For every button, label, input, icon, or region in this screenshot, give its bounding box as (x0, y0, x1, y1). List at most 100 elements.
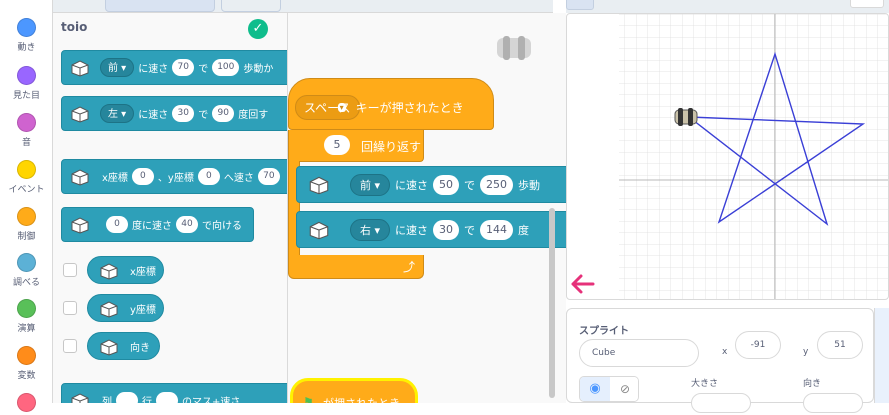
toio-cube-icon (71, 393, 89, 403)
block-text: 、y座標 (157, 173, 194, 184)
block-move-steps[interactable]: 前 ▾ に速さ 70 で 100 歩動か (61, 50, 287, 85)
category-motion[interactable]: 動き (0, 18, 53, 53)
script-scrollbar[interactable] (549, 208, 555, 398)
reporter-x-position[interactable]: x座標 (87, 256, 164, 284)
toio-cube-icon (309, 176, 329, 195)
events-dot-icon (17, 160, 36, 179)
speed-input[interactable]: 30 (433, 219, 460, 240)
category-events[interactable]: イベント (0, 160, 53, 195)
x-input[interactable]: 0 (131, 168, 154, 185)
tab-sounds[interactable] (221, 0, 281, 12)
direction-dropdown[interactable]: 左 ▾ (100, 104, 135, 123)
fullscreen-button[interactable] (850, 0, 884, 8)
category-label: 動き (17, 43, 36, 53)
degrees-input[interactable]: 90 (212, 105, 235, 122)
block-text: で (198, 110, 209, 121)
reporter-direction[interactable]: 向き (87, 332, 160, 360)
category-operators[interactable]: 演算 (0, 299, 53, 334)
connected-check-icon[interactable]: ✓ (248, 19, 268, 39)
category-label: イベント (8, 185, 45, 195)
y-input[interactable]: 0 (197, 168, 220, 185)
category-label: 演算 (17, 324, 36, 334)
direction-input[interactable] (803, 393, 863, 413)
direction-label: 向き (803, 379, 822, 389)
size-input[interactable] (691, 393, 751, 413)
category-control[interactable]: 制御 (0, 207, 53, 242)
category-label: 音 (21, 138, 31, 148)
y-position-checkbox[interactable] (63, 301, 77, 315)
toio-cube-icon (71, 217, 89, 234)
block-text: に速さ (395, 178, 429, 192)
small-stage-button[interactable] (566, 0, 594, 10)
sprite-name-input[interactable]: Cube (579, 339, 699, 367)
block-text: x座標 (102, 173, 128, 184)
script-area[interactable]: スペース ▾ キーが押されたとき 5 回繰り返す ⤴ 前 ▾ に速さ 50 で … (288, 13, 566, 403)
stage-canvas[interactable] (566, 13, 889, 300)
block-text: で (464, 223, 476, 237)
direction-dropdown[interactable]: 右 ▾ (350, 218, 391, 241)
operators-dot-icon (17, 299, 36, 318)
block-text: に速さ (138, 110, 169, 121)
dropdown-value: 前 (360, 178, 371, 192)
y-position-input[interactable]: 51 (817, 331, 863, 359)
steps-input[interactable]: 100 (212, 59, 240, 76)
green-flag-icon: ⚑ (303, 395, 314, 403)
reporter-label: x座標 (130, 266, 156, 278)
block-text: 歩動か (243, 64, 274, 75)
block-text: へ速さ (223, 173, 254, 184)
steps-input[interactable]: 250 (480, 174, 514, 195)
x-position-input[interactable]: -91 (735, 331, 781, 359)
category-more[interactable] (0, 393, 53, 415)
speed-input[interactable]: 70 (257, 168, 280, 185)
direction-checkbox[interactable] (63, 339, 77, 353)
degrees-input[interactable]: 144 (480, 219, 514, 240)
column-input[interactable] (116, 392, 138, 403)
degree-input[interactable]: 0 (106, 216, 128, 233)
block-text: のマス+速さ (182, 397, 241, 403)
block-point-direction[interactable]: 0 度に速さ 40 で向ける (61, 207, 254, 242)
tab-code[interactable] (105, 0, 215, 12)
direction-dropdown[interactable]: 前 ▾ (100, 58, 135, 77)
speed-input[interactable]: 40 (176, 216, 198, 233)
row-input[interactable] (156, 392, 178, 403)
stage-grid (571, 14, 888, 299)
loop-arrow-icon: ⤴ (403, 260, 416, 274)
stage-selector-strip[interactable] (874, 308, 889, 403)
block-text: 度 (518, 223, 530, 237)
block-goto-xy[interactable]: x座標 0 、y座標 0 へ速さ 70 (61, 159, 287, 194)
script-move-block[interactable]: 前 ▾ に速さ 50 で 250 歩動 (296, 166, 566, 203)
speed-input[interactable]: 50 (433, 174, 460, 195)
block-matrix-move[interactable]: 列 行 のマス+速さ (61, 383, 287, 403)
reporter-y-position[interactable]: y座標 (87, 294, 164, 322)
script-turn-block[interactable]: 右 ▾ に速さ 30 で 144 度 (296, 211, 566, 248)
repeat-count-input[interactable]: 5 (324, 135, 350, 155)
show-eye-icon[interactable]: ◉ (580, 377, 610, 401)
arrow-left-icon[interactable] (571, 274, 595, 294)
direction-dropdown[interactable]: 前 ▾ (350, 173, 391, 196)
block-turn-degrees[interactable]: 左 ▾ に速さ 30 で 90 度回す (61, 96, 287, 131)
when-key-pressed-block[interactable]: スペース ▾ キーが押されたとき (288, 78, 494, 130)
when-flag-clicked-block[interactable]: ⚑ が押されたとき (290, 378, 418, 403)
category-sensing[interactable]: 調べる (0, 253, 53, 288)
block-text: で向ける (202, 221, 242, 232)
key-dropdown-value[interactable]: スペース (295, 95, 360, 120)
category-sound[interactable]: 音 (0, 113, 53, 148)
category-label: 変数 (17, 371, 36, 381)
category-label: 見た目 (12, 91, 40, 101)
category-menu: 動き 見た目 音 イベント 制御 調べる 演算 変数 (0, 0, 53, 412)
speed-input[interactable]: 30 (172, 105, 195, 122)
dropdown-value: 左 (108, 109, 118, 120)
category-looks[interactable]: 見た目 (0, 66, 53, 101)
block-text: に速さ (395, 223, 429, 237)
category-variables[interactable]: 変数 (0, 346, 53, 381)
repeat-block[interactable]: 5 回繰り返す (288, 130, 424, 162)
stage-toolbar (566, 0, 889, 13)
speed-input[interactable]: 70 (172, 59, 195, 76)
control-dot-icon (17, 207, 36, 226)
x-position-checkbox[interactable] (63, 263, 77, 277)
motion-dot-icon (17, 18, 36, 37)
hide-eye-icon[interactable]: ⊘ (610, 377, 638, 401)
toio-cube-icon (100, 263, 118, 280)
block-text: 列 (102, 397, 112, 403)
block-text: で (464, 178, 476, 192)
